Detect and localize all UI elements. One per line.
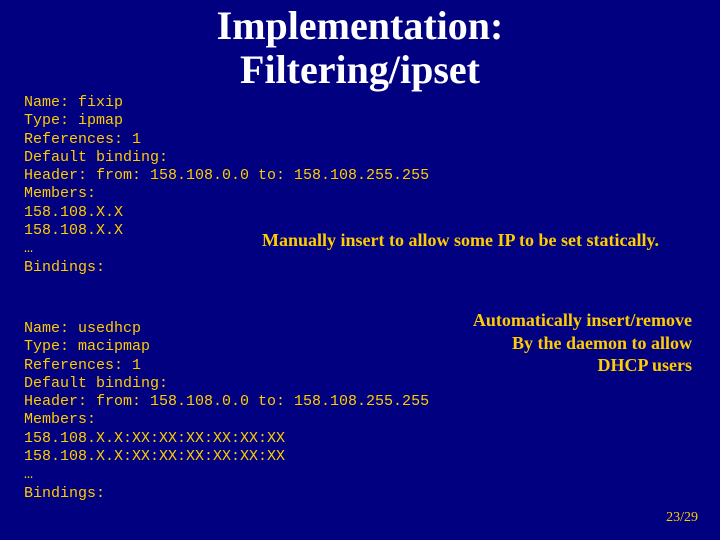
code-line: Header: from: 158.108.0.0 to: 158.108.25…: [24, 167, 429, 184]
slide: Implementation: Filtering/ipset Name: fi…: [0, 0, 720, 540]
code-line: Name: usedhcp: [24, 320, 141, 337]
code-line: Name: fixip: [24, 94, 123, 111]
title-line-1: Implementation:: [217, 3, 504, 48]
code-line: Default binding:: [24, 149, 168, 166]
code-line: Default binding:: [24, 375, 168, 392]
caption-line: DHCP users: [598, 355, 693, 375]
code-line: 158.108.X.X:XX:XX:XX:XX:XX:XX: [24, 430, 285, 447]
page-number: 23/29: [666, 510, 698, 526]
code-line: 158.108.X.X:XX:XX:XX:XX:XX:XX: [24, 448, 285, 465]
code-line: Members:: [24, 185, 96, 202]
code-line: …: [24, 466, 33, 483]
code-line: References: 1: [24, 357, 141, 374]
code-line: Bindings:: [24, 259, 105, 276]
caption-line: Automatically insert/remove: [473, 310, 692, 330]
slide-title: Implementation: Filtering/ipset: [0, 4, 720, 92]
code-line: References: 1: [24, 131, 141, 148]
caption-manual-insert: Manually insert to allow some IP to be s…: [262, 230, 659, 251]
code-line: …: [24, 240, 33, 257]
caption-auto-insert: Automatically insert/remove By the daemo…: [473, 309, 692, 377]
caption-line: By the daemon to allow: [512, 333, 692, 353]
code-line: Header: from: 158.108.0.0 to: 158.108.25…: [24, 393, 429, 410]
code-line: Type: macipmap: [24, 338, 150, 355]
code-line: 158.108.X.X: [24, 204, 123, 221]
code-line: 158.108.X.X: [24, 222, 123, 239]
code-line: Type: ipmap: [24, 112, 123, 129]
code-line: Members:: [24, 411, 96, 428]
title-line-2: Filtering/ipset: [240, 47, 480, 92]
code-block-usedhcp: Name: usedhcp Type: macipmap References:…: [24, 320, 429, 503]
code-line: Bindings:: [24, 485, 105, 502]
